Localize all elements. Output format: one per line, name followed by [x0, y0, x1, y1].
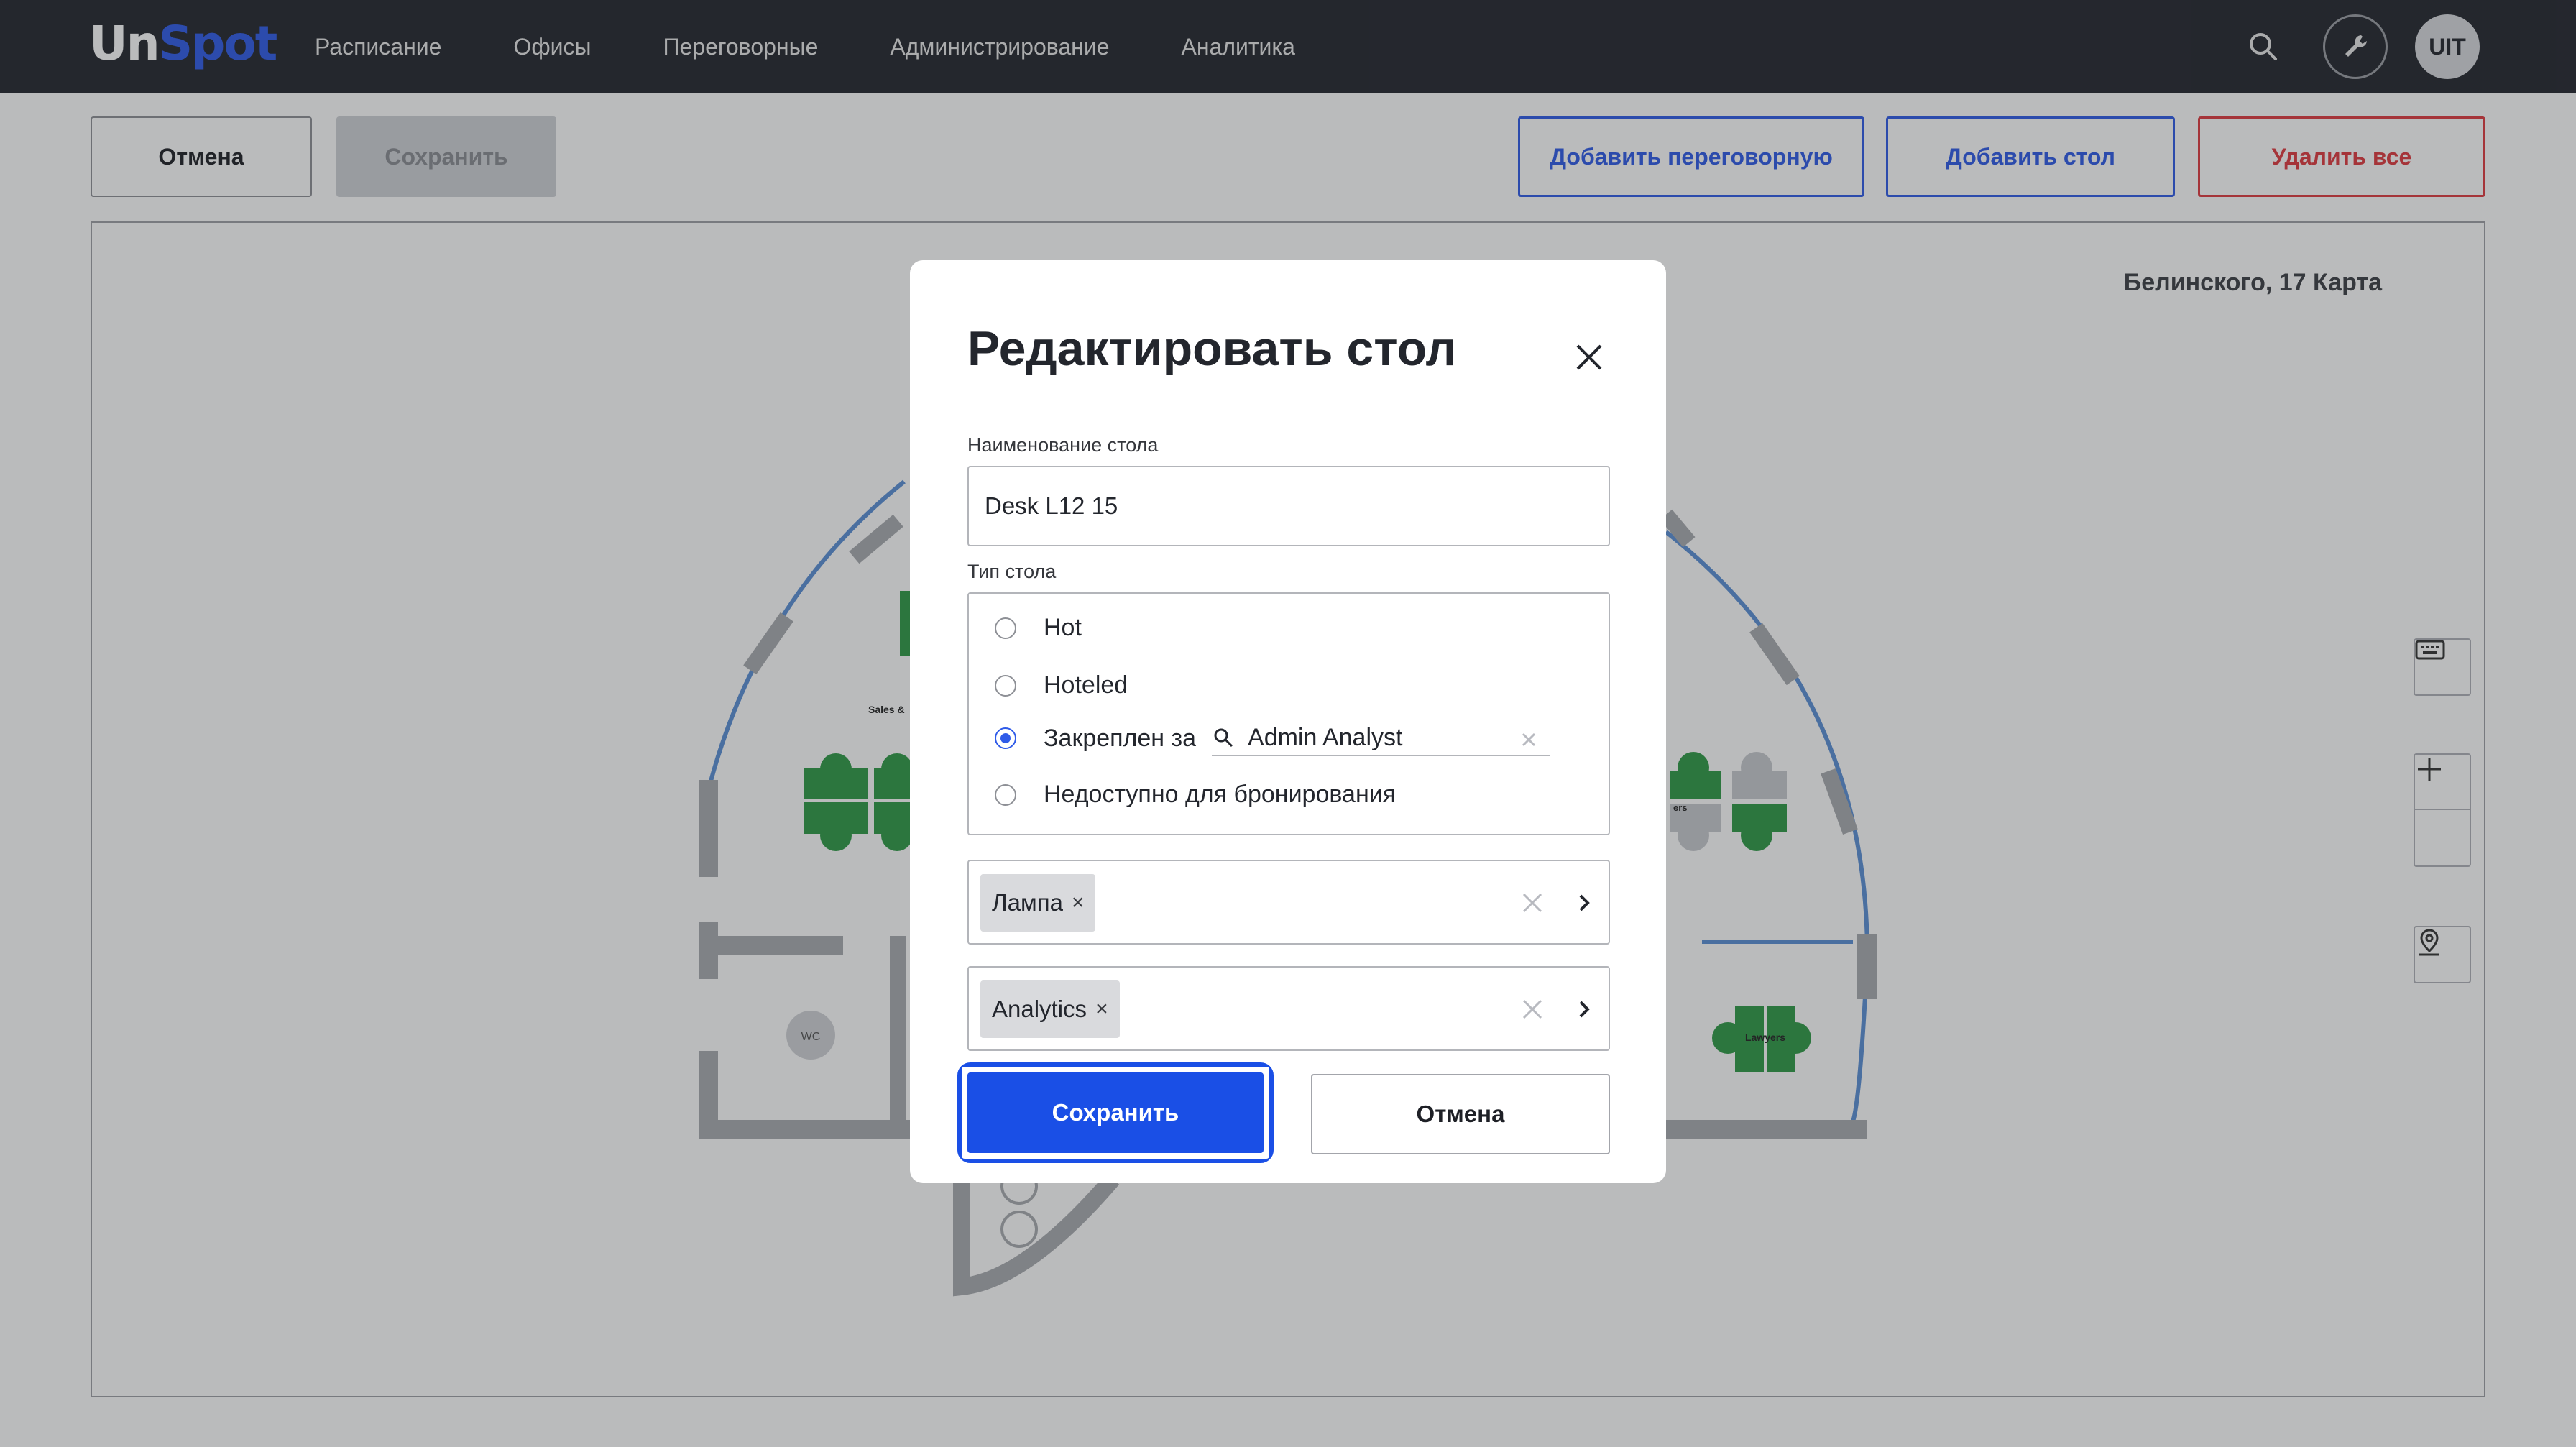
equipment-chip[interactable]: Лампа ×: [980, 874, 1096, 932]
clear-icon[interactable]: [1518, 888, 1547, 921]
radio-option-hot[interactable]: Hot: [995, 614, 1082, 642]
radio-button[interactable]: [995, 674, 1016, 697]
radio-button[interactable]: [995, 617, 1016, 639]
desk-type-radio-group: Hot Hoteled Закреплен за Admin Analyst Н…: [967, 592, 1610, 835]
desk-type-label: Тип стола: [967, 561, 1057, 582]
dialog-save-button[interactable]: Сохранить: [957, 1062, 1274, 1163]
chip-remove-icon[interactable]: ×: [1095, 997, 1108, 1021]
desk-name-label: Наименование стола: [967, 434, 1159, 456]
desk-name-input[interactable]: Desk L12 15: [967, 466, 1610, 546]
close-icon[interactable]: [1564, 332, 1614, 382]
clear-icon[interactable]: [1519, 727, 1538, 755]
radio-button-checked[interactable]: [995, 727, 1016, 749]
radio-option-unavailable[interactable]: Недоступно для бронирования: [995, 781, 1396, 809]
group-select[interactable]: Analytics ×: [967, 966, 1610, 1051]
chevron-right-icon[interactable]: [1570, 888, 1598, 921]
dialog-title: Редактировать стол: [967, 321, 1457, 376]
radio-button[interactable]: [995, 784, 1016, 806]
dialog-cancel-button[interactable]: Отмена: [1311, 1074, 1610, 1154]
clear-icon[interactable]: [1518, 995, 1547, 1027]
equipment-select[interactable]: Лампа ×: [967, 860, 1610, 945]
group-chip[interactable]: Analytics ×: [980, 980, 1120, 1038]
radio-option-hoteled[interactable]: Hoteled: [995, 671, 1128, 699]
chip-remove-icon[interactable]: ×: [1072, 891, 1085, 915]
chevron-right-icon[interactable]: [1570, 995, 1598, 1027]
radio-option-assigned[interactable]: Закреплен за Admin Analyst: [995, 720, 1550, 756]
edit-desk-dialog: Редактировать стол Наименование стола De…: [910, 260, 1666, 1183]
assignee-search-field[interactable]: Admin Analyst: [1212, 720, 1550, 756]
search-icon: [1214, 728, 1233, 748]
assignee-value: Admin Analyst: [1248, 723, 1403, 751]
